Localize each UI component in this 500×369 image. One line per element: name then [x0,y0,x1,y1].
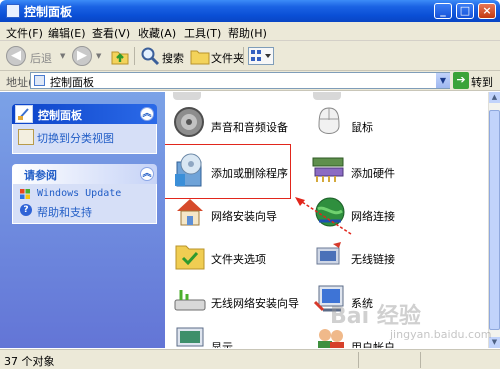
folder-options-icon [175,245,205,270]
back-arrow-icon[interactable]: ◀ [6,46,26,66]
item-label: 网络连接 [351,210,395,223]
address-dropdown-icon[interactable]: ▼ [436,73,450,88]
see-also-title: 请参阅 [24,169,57,182]
item-label: 声音和音频设备 [211,121,288,134]
item-sounds[interactable]: 声音和音频设备 [169,104,319,146]
item-display[interactable]: 显示 [169,324,319,348]
watermark-logo: Bai 经验 [330,304,421,329]
folders-button-label[interactable]: 文件夹 [211,50,244,66]
menu-tools[interactable]: 工具(T) [184,25,221,41]
speaker-icon [174,107,204,137]
item-label: 无线链接 [351,253,395,266]
switch-to-category-view-link[interactable]: 切换到分类视图 [37,130,114,146]
wireless-link-icon [316,242,341,265]
add-hardware-icon [312,157,344,182]
help-icon: ? [20,204,32,216]
category-view-icon [18,129,34,145]
maximize-button[interactable]: □ [456,3,474,19]
see-also-box-header[interactable]: 请参阅 ︽ [12,164,157,184]
view-grid-icon[interactable] [248,47,274,65]
toolbar: ◀ 后退 ▼ ▶ ▼ 搜索 文件夹 [0,41,500,71]
wireless-network-icon [174,290,206,311]
item-wireless-link[interactable]: 无线链接 [309,236,459,278]
title-bar[interactable]: 控制面板 _ □ × [0,0,500,22]
control-panel-icon [6,4,20,18]
menu-file[interactable]: 文件(F) [6,25,43,41]
partial-item-icon [313,92,341,100]
go-button-label[interactable]: 转到 [471,74,493,90]
go-arrow-icon[interactable]: ➔ [453,72,469,89]
windows-update-link[interactable]: Windows Update [37,188,121,199]
item-label: 显示 [211,341,233,348]
item-label: 鼠标 [351,121,373,134]
menu-help[interactable]: 帮助(H) [228,25,267,41]
close-button[interactable]: × [478,3,496,19]
watermark-url: jingyan.baidu.com [390,328,492,341]
control-panel-box-header[interactable]: 控制面板 ︽ [12,104,157,124]
annotation-arrow [295,197,352,235]
window-title: 控制面板 [24,5,73,19]
folders-icon[interactable] [190,47,210,65]
task-pane: 控制面板 ︽ 切换到分类视图 请参阅 ︽ Windows Update ? 帮助… [0,92,165,348]
highlight-box [165,144,291,199]
item-folder-options[interactable]: 文件夹选项 [169,236,319,278]
address-field[interactable]: 控制面板 ▼ [30,72,450,89]
menu-edit[interactable]: 编辑(E) [48,25,86,41]
collapse-chevron-icon[interactable]: ︽ [140,167,154,181]
back-dropdown-icon[interactable]: ▼ [60,52,65,60]
help-and-support-link[interactable]: 帮助和支持 [37,204,92,220]
menu-favorites[interactable]: 收藏(A) [138,25,176,41]
item-label: 无线网络安装向导 [211,297,299,310]
item-mouse[interactable]: 鼠标 [309,104,459,146]
menu-view[interactable]: 查看(V) [92,25,130,41]
collapse-chevron-icon[interactable]: ︽ [140,107,154,121]
forward-dropdown-icon[interactable]: ▼ [96,52,101,60]
forward-arrow-icon[interactable]: ▶ [72,46,92,66]
status-divider [420,352,421,368]
control-panel-box-body: 切换到分类视图 [12,124,157,154]
address-value[interactable]: 控制面板 [50,74,94,90]
control-panel-box-title: 控制面板 [38,109,82,122]
search-icon[interactable] [140,46,160,66]
folder-up-icon[interactable] [110,46,130,66]
status-divider [358,352,359,368]
display-icon [176,327,204,347]
see-also-box-body: Windows Update ? 帮助和支持 [12,184,157,224]
item-add-hardware[interactable]: 添加硬件 [309,150,459,192]
status-bar: 37 个对象 [0,349,500,369]
control-panel-small-icon [34,75,45,86]
watermark: Bai 经验 jingyan.baidu.com [330,298,500,348]
address-bar: 地址(D) 控制面板 ▼ ➔ 转到 [0,71,500,91]
item-wireless-network-wizard[interactable]: 无线网络安装向导 [169,280,319,322]
partial-item-icon [173,92,201,100]
object-count: 37 个对象 [4,355,55,368]
home-network-icon [177,199,203,226]
mouse-icon [318,107,340,134]
item-label: 网络安装向导 [211,210,277,223]
scroll-up-icon[interactable]: ▲ [489,92,500,103]
control-panel-icon [15,105,33,123]
item-label: 添加硬件 [351,167,395,180]
windows-logo-icon [20,189,30,199]
minimize-button[interactable]: _ [434,3,452,19]
search-button-label[interactable]: 搜索 [162,50,184,66]
scroll-thumb[interactable] [489,110,500,330]
menu-bar: 文件(F) 编辑(E) 查看(V) 收藏(A) 工具(T) 帮助(H) [0,22,500,41]
item-label: 文件夹选项 [211,253,266,266]
back-button-label[interactable]: 后退 [30,50,52,66]
